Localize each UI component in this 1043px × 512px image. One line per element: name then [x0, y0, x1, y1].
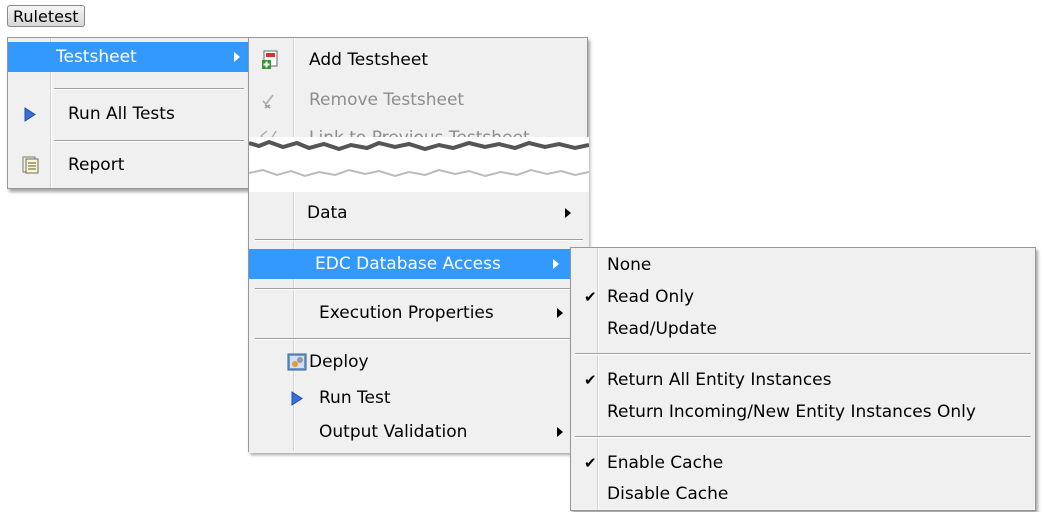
submenu-arrow-icon: [234, 52, 240, 62]
submenu-arrow-icon: [557, 308, 563, 318]
menu-item-label: Report: [68, 155, 125, 175]
menu-item-label: Testsheet: [56, 47, 137, 67]
menu-item-label: Read Only: [607, 287, 695, 307]
torn-edge: [249, 137, 589, 192]
menu-item-label: Run Test: [319, 388, 391, 408]
report-icon: [22, 156, 39, 174]
submenu-arrow-icon: [565, 208, 571, 218]
menu-item-label: EDC Database Access: [315, 254, 501, 274]
menu-item-remove-testsheet[interactable]: Remove Testsheet: [249, 85, 587, 115]
checkmark-icon: ✔: [584, 288, 597, 306]
menu-item-edc-database-access[interactable]: EDC Database Access: [249, 249, 587, 279]
menu-item-disable-cache[interactable]: Disable Cache: [571, 479, 1035, 509]
checkmark-icon: ✔: [584, 371, 597, 389]
menu-item-label: Remove Testsheet: [309, 90, 465, 110]
menu-item-enable-cache[interactable]: ✔ Enable Cache: [571, 448, 1035, 478]
menu-item-label: Deploy: [309, 352, 369, 372]
menu-item-data[interactable]: Data: [249, 198, 587, 228]
menu-item-return-all-entity-instances[interactable]: ✔ Return All Entity Instances: [571, 365, 1035, 395]
menu-item-deploy[interactable]: Deploy: [249, 347, 587, 377]
testsheet-submenu: Add Testsheet Remove Testsheet Link to P…: [248, 37, 589, 453]
menu-item-add-testsheet[interactable]: Add Testsheet: [249, 45, 587, 75]
play-icon: [24, 107, 36, 122]
menu-item-label: Read/Update: [607, 319, 718, 339]
menu-item-label: Return Incoming/New Entity Instances Onl…: [607, 402, 976, 422]
submenu-arrow-icon: [557, 427, 563, 437]
menu-item-none[interactable]: None: [571, 250, 1035, 280]
checkmark-icon: ✔: [584, 454, 597, 472]
menu-item-label: Execution Properties: [319, 303, 494, 323]
menu-item-label: Data: [307, 203, 348, 223]
submenu-arrow-icon: [553, 259, 559, 269]
play-icon: [291, 391, 303, 406]
menu-item-run-test[interactable]: Run Test: [249, 383, 587, 413]
menu-item-label: Output Validation: [319, 422, 468, 442]
menu-item-label: Run All Tests: [68, 104, 175, 124]
menu-item-label: Return All Entity Instances: [607, 370, 832, 390]
menu-item-return-incoming-new-entity-instances[interactable]: Return Incoming/New Entity Instances Onl…: [571, 397, 1035, 427]
menu-item-execution-properties[interactable]: Execution Properties: [249, 298, 587, 328]
menu-item-report[interactable]: Report: [8, 150, 248, 180]
menu-item-read-update[interactable]: Read/Update: [571, 314, 1035, 344]
menu-item-run-all-tests[interactable]: Run All Tests: [8, 99, 248, 129]
menu-item-testsheet[interactable]: Testsheet: [8, 42, 248, 72]
menu-item-label: Add Testsheet: [309, 50, 429, 70]
deploy-icon: [287, 353, 307, 371]
ruletest-menu-button[interactable]: Ruletest: [7, 5, 85, 27]
remove-testsheet-icon: [261, 91, 279, 109]
menu-item-label: None: [607, 255, 652, 275]
add-testsheet-icon: [261, 50, 281, 70]
menu-item-read-only[interactable]: ✔ Read Only: [571, 282, 1035, 312]
menu-item-output-validation[interactable]: Output Validation: [249, 417, 587, 447]
edc-database-access-submenu: None ✔ Read Only Read/Update ✔ Return Al…: [570, 247, 1036, 511]
menu-item-label: Enable Cache: [607, 453, 724, 473]
menu-item-label: Disable Cache: [607, 484, 729, 504]
ruletest-menu: Testsheet Run All Tests Report: [7, 37, 249, 189]
